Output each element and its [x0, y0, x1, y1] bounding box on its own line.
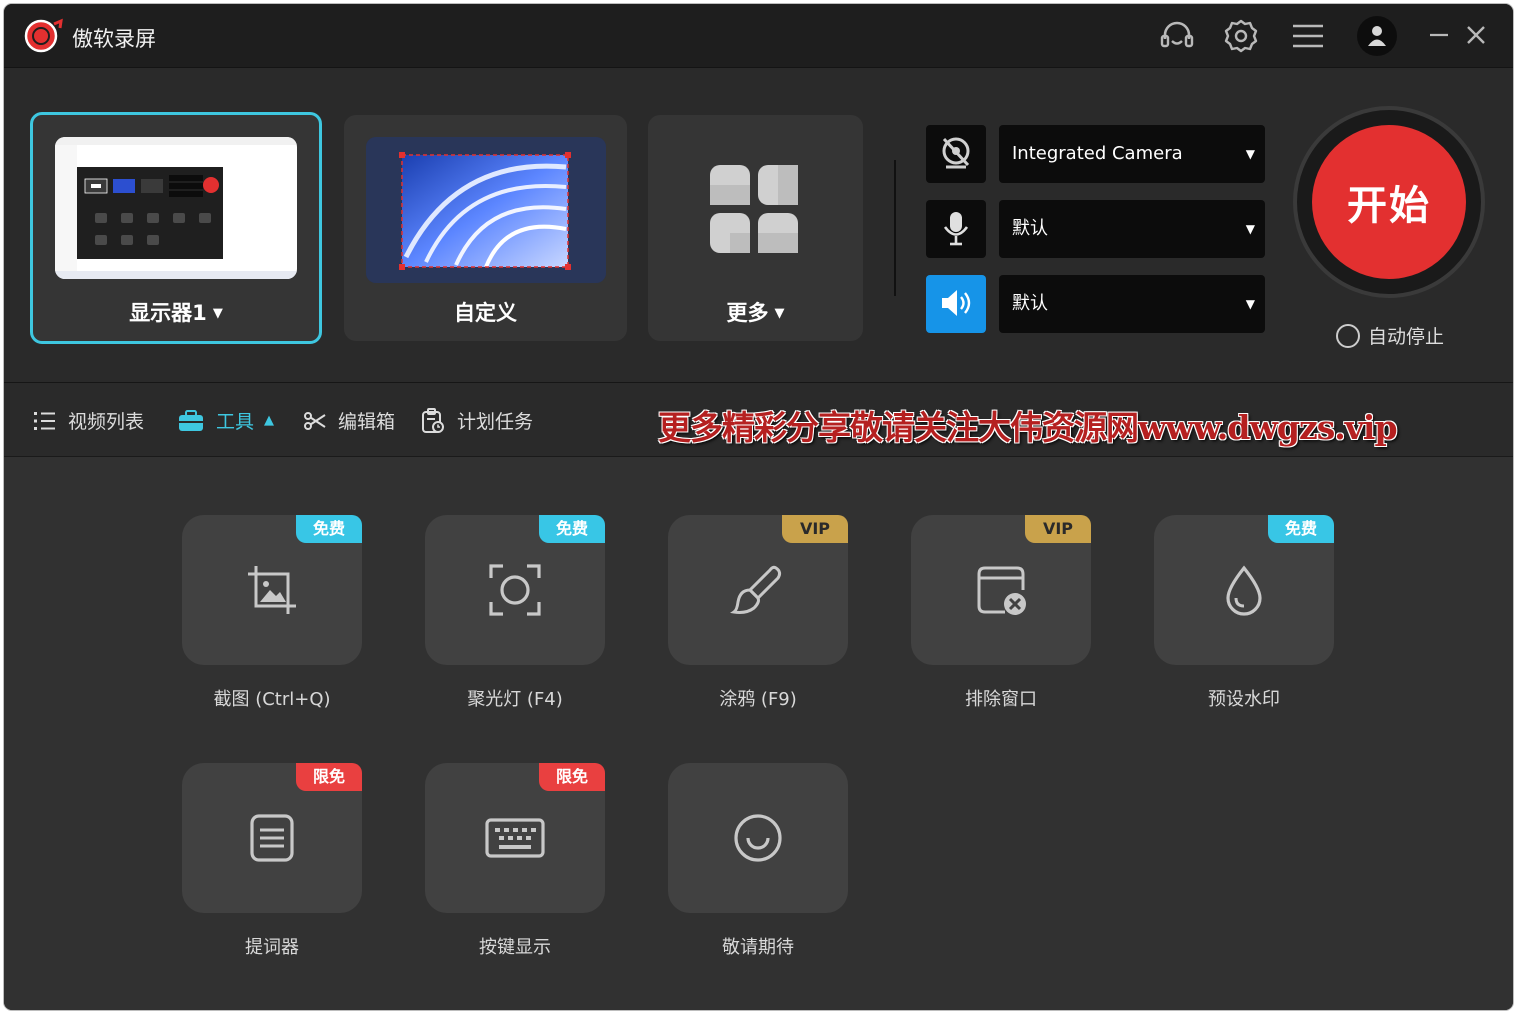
source-display1-label: 显示器1 ▼ — [129, 301, 223, 325]
custom-region-thumbnail — [366, 137, 606, 283]
auto-stop-label: 自动停止 — [1368, 326, 1445, 348]
tool-teleprompter-label: 提词器 — [245, 937, 299, 958]
free-badge: 免费 — [539, 515, 605, 543]
speaker-select[interactable]: 默认 ▼ — [999, 275, 1265, 333]
tools-grid: 免费 截图 (Ctrl+Q) 免费 聚光灯 (F4) VIP 涂鸦 (F9) V… — [4, 457, 1513, 1010]
start-record-button[interactable]: 开始 — [1312, 125, 1466, 279]
watermark-overlay-text: 更多精彩分享敬请关注大伟资源网www.dwgzs.vip — [658, 408, 1398, 447]
tool-screenshot-label: 截图 (Ctrl+Q) — [213, 689, 331, 710]
keyboard-icon — [485, 818, 545, 858]
brush-icon — [730, 565, 782, 614]
dropdown-arrow-icon: ▼ — [1245, 222, 1255, 236]
user-avatar-icon[interactable] — [1357, 16, 1397, 56]
free-badge: 免费 — [1268, 515, 1334, 543]
tool-doodle-tile[interactable]: VIP — [668, 515, 848, 665]
tool-preset-watermark-label: 预设水印 — [1208, 689, 1280, 710]
tool-doodle-label: 涂鸦 (F9) — [719, 689, 797, 710]
minimize-icon[interactable] — [1424, 19, 1456, 51]
app-logo-icon — [24, 18, 63, 53]
tool-exclude-window-label: 排除窗口 — [965, 689, 1037, 710]
tool-coming-soon-label: 敬请期待 — [722, 937, 794, 958]
microphone-select[interactable]: 默认 ▼ — [999, 200, 1265, 258]
tab-toolbar: 视频列表 工具 ▲ 编辑箱 计划任务 更多精彩分享敬请关注大伟资源网www.dw… — [4, 383, 1513, 457]
source-more-card[interactable]: 更多 ▼ — [648, 115, 863, 341]
loading-icon — [734, 814, 782, 862]
tab-edit-box[interactable]: 编辑箱 — [304, 407, 395, 434]
tool-spotlight-label: 聚光灯 (F4) — [467, 689, 563, 710]
microphone-toggle-button[interactable] — [926, 200, 986, 258]
vip-badge: VIP — [782, 515, 848, 543]
limited-free-badge: 限免 — [539, 763, 605, 791]
vip-badge: VIP — [1025, 515, 1091, 543]
app-title: 傲软录屏 — [72, 27, 156, 51]
menu-hamburger-icon[interactable] — [1289, 17, 1327, 55]
tool-key-display-label: 按键显示 — [479, 937, 551, 958]
toolbox-icon — [179, 409, 203, 431]
dropdown-arrow-icon: ▼ — [1245, 147, 1255, 161]
tool-coming-soon-tile — [668, 763, 848, 913]
camera-select[interactable]: Integrated Camera ▼ — [999, 125, 1265, 183]
source-more-label: 更多 ▼ — [726, 301, 785, 325]
grid-tiles-icon — [710, 165, 798, 253]
spotlight-icon — [489, 564, 541, 616]
radio-icon — [1336, 324, 1360, 348]
auto-stop-toggle[interactable]: 自动停止 — [1336, 322, 1444, 349]
camera-toggle-button[interactable] — [926, 125, 986, 183]
screenshot-icon — [248, 566, 296, 614]
source-custom-card[interactable]: 自定义 — [344, 115, 627, 341]
tool-screenshot-tile[interactable]: 免费 — [182, 515, 362, 665]
tool-exclude-window-tile[interactable]: VIP — [911, 515, 1091, 665]
tab-scheduled-tasks[interactable]: 计划任务 — [421, 407, 533, 434]
exclude-window-icon — [977, 566, 1026, 615]
free-badge: 免费 — [296, 515, 362, 543]
tab-video-list[interactable]: 视频列表 — [34, 407, 144, 434]
source-custom-label: 自定义 — [454, 301, 517, 325]
schedule-icon — [422, 407, 444, 433]
app-window: 傲软录屏 显示器1 ▼ 自定义 更多 ▼ Integrated Camera ▼… — [4, 4, 1513, 1010]
close-icon[interactable] — [1460, 19, 1492, 51]
limited-free-badge: 限免 — [296, 763, 362, 791]
settings-gear-icon[interactable] — [1222, 17, 1260, 55]
chevron-down-icon: ▼ — [212, 306, 223, 321]
tool-spotlight-tile[interactable]: 免费 — [425, 515, 605, 665]
list-icon — [34, 411, 55, 430]
divider — [894, 160, 896, 296]
teleprompter-icon — [250, 814, 294, 862]
chevron-down-icon: ▼ — [774, 306, 785, 321]
display-preview-thumbnail — [55, 137, 297, 279]
source-display1-card[interactable]: 显示器1 ▼ — [30, 112, 322, 344]
tool-key-display-tile[interactable]: 限免 — [425, 763, 605, 913]
title-bar: 傲软录屏 — [4, 4, 1513, 68]
scissors-icon — [304, 411, 326, 430]
tool-teleprompter-tile[interactable]: 限免 — [182, 763, 362, 913]
dropdown-arrow-icon: ▼ — [1245, 297, 1255, 311]
start-button-ring: 开始 — [1293, 106, 1485, 298]
speaker-toggle-button[interactable] — [926, 275, 986, 333]
tool-preset-watermark-tile[interactable]: 免费 — [1154, 515, 1334, 665]
camera-off-icon — [942, 137, 970, 169]
support-headset-icon[interactable] — [1158, 17, 1196, 55]
chevron-up-icon: ▲ — [264, 413, 275, 428]
tab-tools[interactable]: 工具 ▲ — [178, 407, 274, 434]
capture-panel: 显示器1 ▼ 自定义 更多 ▼ Integrated Camera ▼ 默认 ▼… — [4, 68, 1513, 383]
speaker-icon — [942, 290, 971, 316]
microphone-icon — [943, 212, 969, 246]
watermark-drop-icon — [1226, 565, 1262, 616]
